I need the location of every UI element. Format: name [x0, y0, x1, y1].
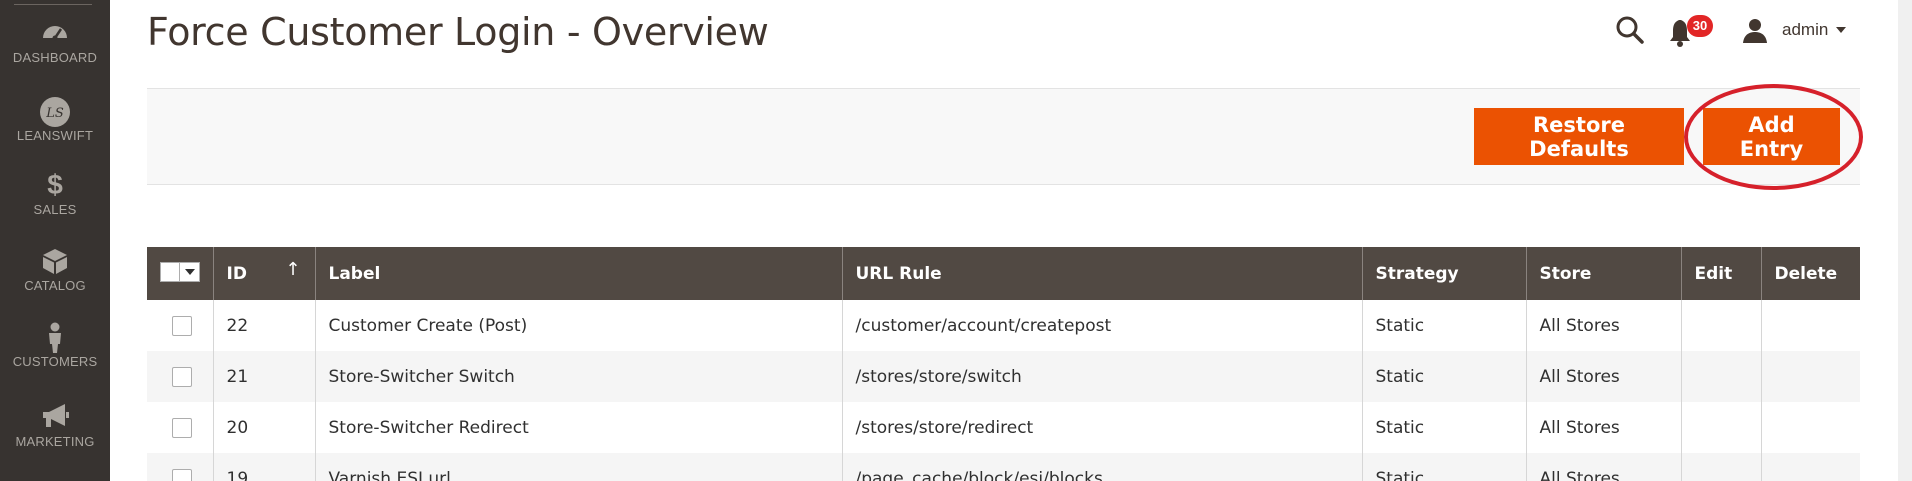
mass-action-select[interactable]	[147, 247, 213, 300]
cell-delete[interactable]	[1760, 402, 1860, 453]
global-search-button[interactable]	[1612, 12, 1648, 48]
sidebar-item-dashboard[interactable]: DASHBOARD	[0, 18, 110, 65]
cell-edit[interactable]	[1680, 402, 1761, 453]
add-entry-button[interactable]: Add Entry	[1703, 108, 1840, 165]
page-title: Force Customer Login - Overview	[147, 10, 769, 54]
cell-store: All Stores	[1525, 300, 1681, 351]
row-checkbox[interactable]	[172, 417, 192, 438]
cell-label: Varnish ESI url	[314, 453, 842, 481]
cell-strategy: Static	[1361, 453, 1526, 481]
column-header-edit: Edit	[1680, 247, 1761, 300]
cell-store: All Stores	[1525, 402, 1681, 453]
cell-label: Customer Create (Post)	[314, 300, 842, 351]
admin-sidebar: DASHBOARD LS LEANSWIFT $ SALES CATALOG C…	[0, 0, 110, 481]
row-checkbox[interactable]	[172, 468, 192, 481]
sidebar-item-sales[interactable]: $ SALES	[0, 169, 110, 218]
cell-url-rule: /customer/account/createpost	[841, 300, 1362, 351]
page-actions-bar: Restore Defaults Add Entry	[147, 84, 1863, 190]
admin-username: admin	[1782, 20, 1829, 39]
column-header-label[interactable]: Label	[314, 247, 842, 300]
sidebar-item-customers[interactable]: CUSTOMERS	[0, 322, 110, 369]
entries-grid: ID ↑ Label URL Rule Strategy Store Edit D…	[147, 247, 1860, 481]
sidebar-item-label: MARKETING	[15, 434, 95, 449]
admin-user-menu[interactable]: admin	[1742, 12, 1912, 48]
cell-url-rule: /page_cache/block/esi/blocks	[841, 453, 1362, 481]
sort-ascending-icon: ↑	[285, 259, 301, 280]
chevron-down-icon[interactable]	[179, 262, 199, 281]
box-icon	[0, 246, 110, 276]
row-checkbox[interactable]	[172, 366, 192, 387]
restore-defaults-button[interactable]: Restore Defaults	[1474, 108, 1684, 165]
cell-label: Store-Switcher Switch	[314, 351, 842, 402]
svg-text:LS: LS	[45, 106, 64, 121]
sidebar-item-leanswift[interactable]: LS LEANSWIFT	[0, 96, 110, 143]
cell-strategy: Static	[1361, 402, 1526, 453]
leanswift-logo-icon: LS	[0, 96, 110, 127]
cell-url-rule: /stores/store/redirect	[841, 402, 1362, 453]
cell-strategy: Static	[1361, 351, 1526, 402]
cell-store: All Stores	[1525, 351, 1681, 402]
dollar-icon: $	[47, 169, 63, 200]
table-row[interactable]: 19 Varnish ESI url /page_cache/block/esi…	[147, 453, 1860, 481]
cell-id: 21	[212, 351, 315, 402]
sidebar-item-label: DASHBOARD	[12, 50, 98, 65]
sidebar-item-label: LEANSWIFT	[16, 128, 94, 143]
sidebar-item-label: CUSTOMERS	[12, 354, 98, 369]
column-header-url-rule[interactable]: URL Rule	[841, 247, 1362, 300]
notifications-button[interactable]: 30	[1667, 12, 1713, 48]
megaphone-icon	[0, 402, 110, 432]
sidebar-divider	[14, 4, 92, 5]
cell-edit[interactable]	[1680, 351, 1761, 402]
select-all-checkbox[interactable]	[161, 262, 179, 281]
column-header-id[interactable]: ID ↑	[212, 247, 315, 300]
table-row[interactable]: 20 Store-Switcher Redirect /stores/store…	[147, 402, 1860, 453]
cell-edit[interactable]	[1680, 300, 1761, 351]
column-header-store[interactable]: Store	[1525, 247, 1681, 300]
chevron-down-icon	[1836, 27, 1847, 33]
sidebar-item-label: SALES	[33, 202, 77, 217]
cell-id: 19	[212, 453, 315, 481]
cell-label: Store-Switcher Redirect	[314, 402, 842, 453]
dashboard-gauge-icon	[0, 18, 110, 48]
grid-header-row: ID ↑ Label URL Rule Strategy Store Edit D…	[147, 247, 1860, 300]
cell-strategy: Static	[1361, 300, 1526, 351]
cell-edit[interactable]	[1680, 453, 1761, 481]
column-header-delete: Delete	[1760, 247, 1860, 300]
sidebar-item-catalog[interactable]: CATALOG	[0, 246, 110, 293]
cell-delete[interactable]	[1760, 300, 1860, 351]
search-icon	[1616, 16, 1644, 44]
person-icon	[0, 322, 110, 353]
table-row[interactable]: 22 Customer Create (Post) /customer/acco…	[147, 300, 1860, 351]
cell-store: All Stores	[1525, 453, 1681, 481]
cell-delete[interactable]	[1760, 453, 1860, 481]
user-icon	[1743, 19, 1767, 43]
page-scrollbar-track[interactable]	[1898, 0, 1912, 481]
sidebar-item-label: CATALOG	[24, 278, 86, 293]
table-row[interactable]: 21 Store-Switcher Switch /stores/store/s…	[147, 351, 1860, 402]
mass-select-control[interactable]	[160, 261, 200, 282]
notification-count-badge: 30	[1687, 15, 1713, 37]
cell-id: 22	[212, 300, 315, 351]
cell-url-rule: /stores/store/switch	[841, 351, 1362, 402]
cell-delete[interactable]	[1760, 351, 1860, 402]
cell-id: 20	[212, 402, 315, 453]
row-checkbox[interactable]	[172, 315, 192, 336]
column-header-strategy[interactable]: Strategy	[1361, 247, 1526, 300]
sidebar-item-marketing[interactable]: MARKETING	[0, 402, 110, 449]
